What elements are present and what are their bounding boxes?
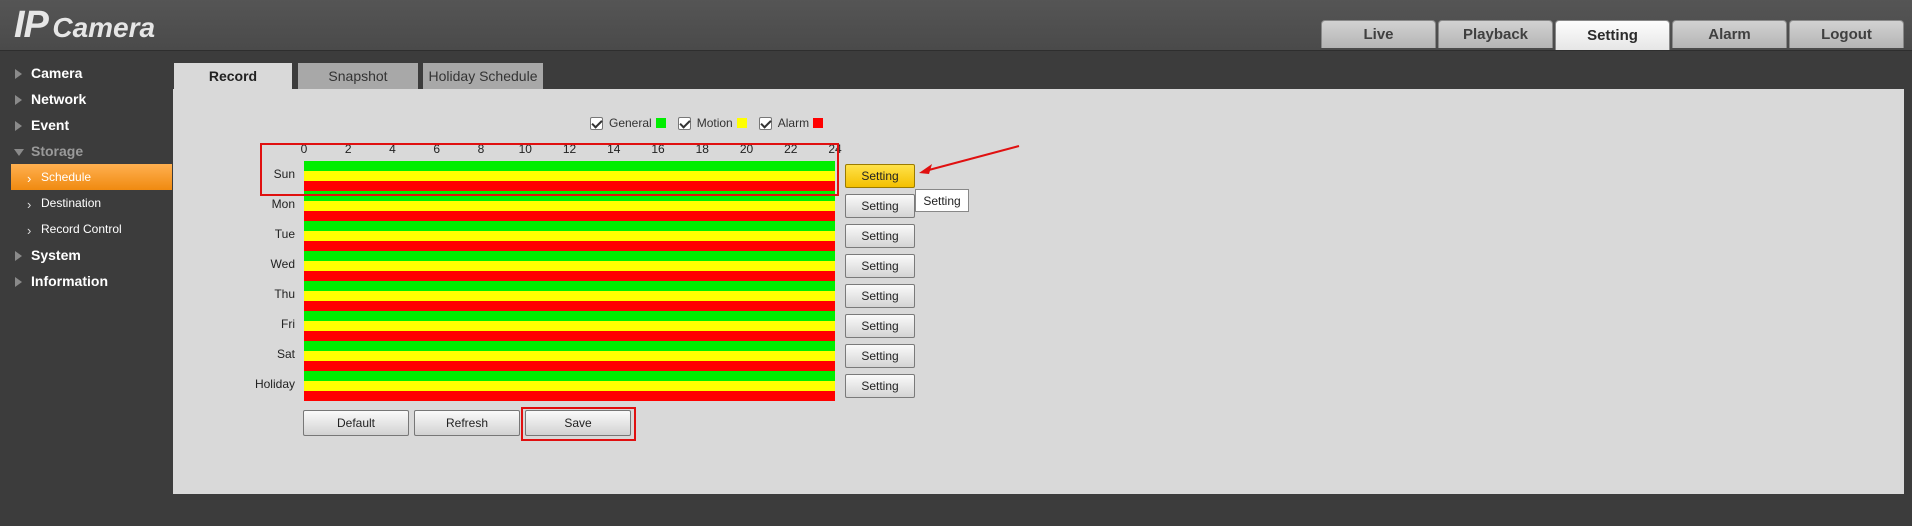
- setting-tooltip: Setting: [915, 189, 969, 212]
- thu-motion-schedule-bar[interactable]: [304, 291, 835, 301]
- sidebar-item-label: Information: [31, 273, 108, 289]
- fri-alarm-schedule-bar[interactable]: [304, 331, 835, 341]
- highlight-sun-row: [260, 143, 839, 196]
- motion-color-swatch: [736, 118, 747, 128]
- expand-arrow-icon: [15, 121, 22, 131]
- chevron-right-icon: ›: [27, 171, 32, 186]
- annotation-arrow-icon: [919, 145, 1020, 174]
- general-checkbox[interactable]: [590, 116, 603, 130]
- sidebar: Camera Network Event Storage › Schedule …: [0, 60, 172, 294]
- tab-holiday-schedule[interactable]: Holiday Schedule: [423, 63, 543, 89]
- tue-alarm-schedule-bar[interactable]: [304, 241, 835, 251]
- expand-arrow-icon: [15, 251, 22, 261]
- sidebar-subitem-schedule[interactable]: › Schedule: [11, 164, 172, 190]
- fri-general-schedule-bar[interactable]: [304, 311, 835, 321]
- legend-label: Motion: [696, 116, 733, 130]
- wed-alarm-schedule-bar[interactable]: [304, 271, 835, 281]
- sidebar-item-label: Network: [31, 91, 87, 107]
- setting-button-holiday[interactable]: Setting: [845, 374, 915, 398]
- setting-button-tue[interactable]: Setting: [845, 224, 915, 248]
- expand-arrow-icon: [15, 95, 22, 105]
- day-label-mon: Mon: [271, 197, 295, 211]
- sidebar-subitem-label: Destination: [41, 196, 102, 210]
- tab-playback[interactable]: Playback: [1438, 20, 1553, 48]
- alarm-checkbox[interactable]: [758, 116, 772, 130]
- record-type-legend: General Motion Alarm: [590, 115, 835, 131]
- day-label-holiday: Holiday: [254, 377, 295, 391]
- tab-live[interactable]: Live: [1321, 20, 1436, 48]
- expand-arrow-icon: [15, 277, 22, 287]
- thu-general-schedule-bar[interactable]: [304, 281, 835, 291]
- tue-general-schedule-bar[interactable]: [304, 221, 835, 231]
- header-bar: IP Camera Live Playback Setting Alarm Lo…: [0, 0, 1912, 51]
- tab-setting[interactable]: Setting: [1555, 20, 1670, 50]
- sidebar-item-label: System: [31, 247, 81, 263]
- sidebar-item-camera[interactable]: Camera: [0, 60, 172, 86]
- sidebar-item-event[interactable]: Event: [0, 112, 172, 138]
- sidebar-subitem-label: Schedule: [41, 170, 92, 184]
- day-label-fri: Fri: [281, 317, 295, 331]
- highlight-save-button: [521, 407, 636, 441]
- fri-motion-schedule-bar[interactable]: [304, 321, 835, 331]
- sat-motion-schedule-bar[interactable]: [304, 351, 835, 361]
- sat-alarm-schedule-bar[interactable]: [304, 361, 835, 371]
- tab-record[interactable]: Record: [174, 63, 292, 89]
- collapse-arrow-icon: [14, 149, 24, 156]
- tab-alarm[interactable]: Alarm: [1672, 20, 1787, 48]
- chevron-right-icon: ›: [27, 197, 32, 212]
- wed-general-schedule-bar[interactable]: [304, 251, 835, 261]
- setting-button-mon[interactable]: Setting: [845, 194, 915, 218]
- day-label-tue: Tue: [274, 227, 295, 241]
- setting-button-thu[interactable]: Setting: [845, 284, 915, 308]
- sidebar-subitem-record-control[interactable]: › Record Control: [0, 216, 172, 242]
- expand-arrow-icon: [15, 69, 22, 79]
- app-logo: IP Camera: [14, 4, 156, 46]
- setting-button-fri[interactable]: Setting: [845, 314, 915, 338]
- legend-motion: Motion: [677, 116, 747, 130]
- thu-alarm-schedule-bar[interactable]: [304, 301, 835, 311]
- legend-general: General: [590, 116, 666, 130]
- day-label-thu: Thu: [274, 287, 295, 301]
- sidebar-subitem-destination[interactable]: › Destination: [0, 190, 172, 216]
- sidebar-subitem-label: Record Control: [41, 222, 122, 236]
- wed-motion-schedule-bar[interactable]: [304, 261, 835, 271]
- refresh-button[interactable]: Refresh: [414, 410, 520, 436]
- alarm-color-swatch: [813, 118, 824, 128]
- mon-motion-schedule-bar[interactable]: [304, 201, 835, 211]
- legend-label: Alarm: [777, 116, 810, 130]
- sidebar-item-information[interactable]: Information: [0, 268, 172, 294]
- holiday-motion-schedule-bar[interactable]: [304, 381, 835, 391]
- legend-alarm: Alarm: [758, 116, 824, 130]
- day-label-wed: Wed: [270, 257, 295, 271]
- setting-button-wed[interactable]: Setting: [845, 254, 915, 278]
- holiday-alarm-schedule-bar[interactable]: [304, 391, 835, 401]
- motion-checkbox[interactable]: [677, 116, 691, 130]
- chevron-right-icon: ›: [27, 223, 32, 238]
- top-nav-tabs: Live Playback Setting Alarm Logout: [1321, 20, 1904, 50]
- mon-alarm-schedule-bar[interactable]: [304, 211, 835, 221]
- sidebar-item-system[interactable]: System: [0, 242, 172, 268]
- default-button[interactable]: Default: [303, 410, 409, 436]
- tue-motion-schedule-bar[interactable]: [304, 231, 835, 241]
- general-color-swatch: [655, 118, 666, 128]
- sidebar-item-label: Camera: [31, 65, 83, 81]
- holiday-general-schedule-bar[interactable]: [304, 371, 835, 381]
- setting-button-sun[interactable]: Setting: [845, 164, 915, 188]
- setting-button-sat[interactable]: Setting: [845, 344, 915, 368]
- sidebar-item-storage[interactable]: Storage: [0, 138, 172, 164]
- sat-general-schedule-bar[interactable]: [304, 341, 835, 351]
- sidebar-item-label: Event: [31, 117, 70, 133]
- tab-snapshot[interactable]: Snapshot: [298, 63, 418, 89]
- legend-label: General: [609, 116, 652, 130]
- day-label-sat: Sat: [276, 347, 295, 361]
- tab-logout[interactable]: Logout: [1789, 20, 1904, 48]
- sidebar-item-label: Storage: [31, 143, 84, 159]
- sidebar-item-network[interactable]: Network: [0, 86, 172, 112]
